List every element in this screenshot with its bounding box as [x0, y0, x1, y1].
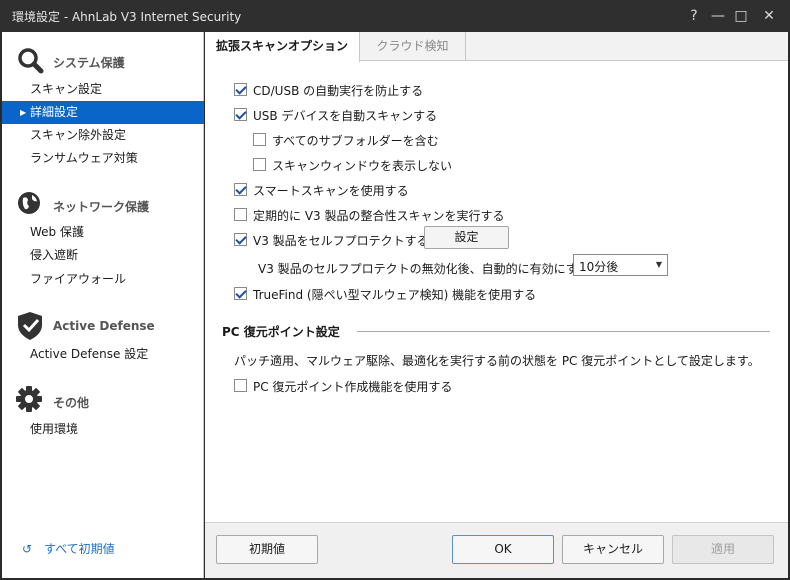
footer-bar: 初期値 OK キャンセル 適用: [205, 522, 788, 578]
option-label: スキャンウィンドウを表示しない: [272, 159, 453, 173]
reenable-label: V3 製品のセルフプロテクトの無効化後、自動的に有効にする: [258, 262, 590, 276]
checkbox[interactable]: [234, 208, 247, 221]
option-label: USB デバイスを自動スキャンする: [253, 109, 438, 123]
sidebar-item-firewall[interactable]: ファイアウォール: [2, 268, 204, 291]
reset-all-label: すべて初期値: [44, 542, 115, 556]
sidebar: システム保護 スキャン設定 ▶ 詳細設定 スキャン除外設定 ランサムウェア対策 …: [2, 32, 204, 578]
restore-point-description: パッチ適用、マルウェア駆除、最適化を実行する前の状態を PC 復元ポイントとして…: [234, 354, 760, 368]
sidebar-item-web-protection[interactable]: Web 保護: [2, 221, 204, 244]
sidebar-item-label: 詳細設定: [30, 105, 79, 119]
checkbox[interactable]: [234, 183, 247, 196]
category-active-defense: Active Defense: [2, 311, 204, 341]
reset-all-link[interactable]: ↺ すべて初期値: [22, 540, 115, 558]
globe-icon: [18, 192, 40, 214]
tab-bar: 拡張スキャンオプション クラウド検知: [205, 32, 788, 62]
ok-button[interactable]: OK: [452, 535, 554, 564]
settings-window: 環境設定 - AhnLab V3 Internet Security ? — □…: [0, 0, 790, 580]
sidebar-item-environment[interactable]: 使用環境: [2, 418, 204, 441]
checkbox[interactable]: [234, 287, 247, 300]
option-label: V3 製品をセルフプロテクトする: [253, 234, 429, 248]
category-label: その他: [53, 396, 90, 410]
checkbox[interactable]: [253, 133, 266, 146]
checkbox[interactable]: [253, 158, 266, 171]
sidebar-item-ransomware[interactable]: ランサムウェア対策: [2, 147, 204, 170]
option-label: スマートスキャンを使用する: [253, 184, 409, 198]
sidebar-item-advanced-settings[interactable]: ▶ 詳細設定: [2, 101, 204, 124]
checkbox[interactable]: [234, 233, 247, 246]
close-button[interactable]: ✕: [759, 6, 779, 26]
option-label: CD/USB の自動実行を防止する: [253, 84, 424, 98]
undo-icon: ↺: [22, 542, 33, 556]
option-label: PC 復元ポイント作成機能を使用する: [253, 380, 453, 394]
window-title: 環境設定 - AhnLab V3 Internet Security: [12, 10, 242, 24]
category-label: ネットワーク保護: [53, 200, 150, 214]
main-content: 拡張スキャンオプション クラウド検知 CD/USB の自動実行を防止する USB…: [205, 32, 788, 578]
tab-cloud-detection[interactable]: クラウド検知: [360, 32, 466, 61]
magnifier-icon: [18, 48, 44, 74]
select-value: 10分後: [579, 260, 619, 274]
help-button[interactable]: ?: [684, 6, 704, 26]
gear-icon: [16, 386, 42, 412]
option-label: すべてのサブフォルダーを含む: [272, 134, 439, 148]
option-label: TrueFind (隠ぺい型マルウェア検知) 機能を使用する: [253, 288, 537, 302]
category-system-protection: システム保護: [2, 46, 204, 76]
cancel-button[interactable]: キャンセル: [562, 535, 664, 564]
category-label: Active Defense: [53, 319, 155, 333]
sidebar-item-scan-settings[interactable]: スキャン設定: [2, 78, 204, 101]
defaults-button[interactable]: 初期値: [216, 535, 318, 564]
category-other: その他: [2, 386, 204, 416]
checkbox[interactable]: [234, 83, 247, 96]
checkbox[interactable]: [234, 108, 247, 121]
sidebar-item-scan-exclusions[interactable]: スキャン除外設定: [2, 124, 204, 147]
self-protect-settings-button[interactable]: 設定: [424, 226, 509, 249]
sidebar-item-active-defense-settings[interactable]: Active Defense 設定: [2, 343, 204, 366]
restore-point-section-title: PC 復元ポイント設定: [222, 325, 340, 339]
option-label: 定期的に V3 製品の整合性スキャンを実行する: [253, 209, 505, 223]
minimize-button[interactable]: —: [708, 6, 728, 26]
title-bar: 環境設定 - AhnLab V3 Internet Security ? — □…: [0, 0, 790, 32]
category-label: システム保護: [53, 56, 125, 70]
active-arrow-icon: ▶: [20, 108, 27, 117]
tab-extended-scan-options[interactable]: 拡張スキャンオプション: [205, 32, 360, 62]
chevron-down-icon: ▼: [655, 260, 662, 269]
shield-icon: [18, 312, 42, 340]
reenable-time-select[interactable]: 10分後 ▼: [573, 254, 668, 276]
checkbox[interactable]: [234, 379, 247, 392]
apply-button[interactable]: 適用: [672, 535, 774, 564]
sidebar-item-intrusion-block[interactable]: 侵入遮断: [2, 244, 204, 267]
section-divider: [357, 331, 770, 332]
category-network-protection: ネットワーク保護: [2, 190, 204, 220]
maximize-button[interactable]: □: [731, 6, 751, 26]
